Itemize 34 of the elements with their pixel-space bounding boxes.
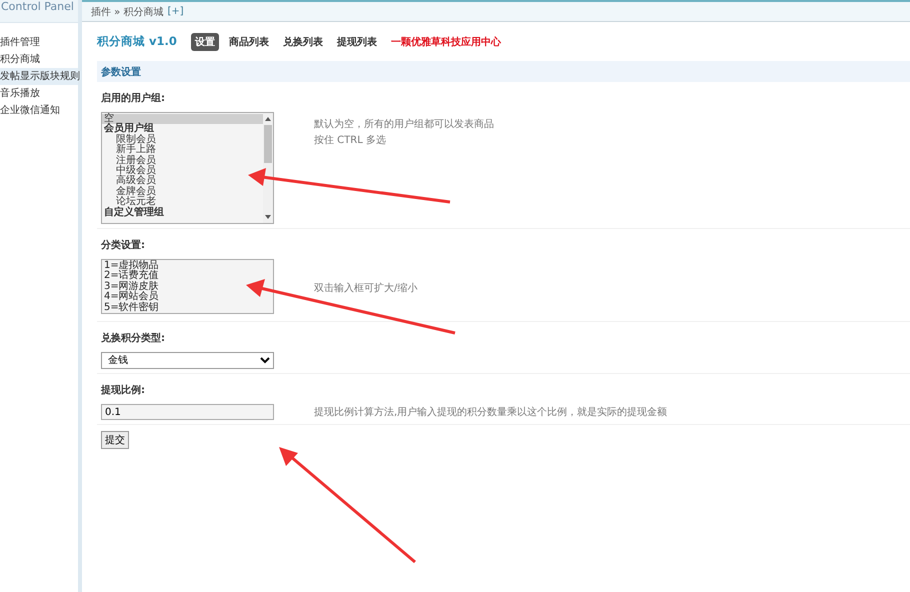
promo-link[interactable]: 一颗优雅草科技应用中心 [390, 34, 501, 48]
sidebar-item[interactable]: 积分商城 [0, 51, 78, 68]
listbox-option[interactable]: 注册会员 [102, 156, 156, 166]
sidebar-title: Control Panel [0, 0, 78, 23]
tab[interactable]: 商品列表 [224, 32, 273, 50]
field-label: 兑换积分类型: [101, 332, 166, 345]
listbox-option[interactable]: 高级会员 [102, 176, 156, 187]
sidebar-item[interactable]: 企业微信通知 [0, 102, 78, 119]
listbox-option[interactable]: 自定义管理组 [102, 208, 263, 218]
hint-text: 提现比例计算方法,用户输入提现的积分数量乘以这个比例，就是实际的提现金额 [314, 406, 668, 419]
hint-text: 双击输入框可扩大/缩小 [314, 282, 418, 295]
sidebar-item[interactable]: 插件管理 [0, 34, 78, 51]
scrollbar[interactable] [263, 113, 273, 223]
section-header: 参数设置 [97, 61, 910, 82]
tab[interactable]: 提现列表 [332, 32, 381, 50]
field-label: 分类设置: [101, 238, 146, 252]
listbox-option[interactable]: 论坛元老 [102, 197, 156, 208]
tab[interactable]: 兑换列表 [278, 32, 327, 50]
tab[interactable]: 设置 [190, 32, 219, 50]
field-label: 启用的用户组: [101, 91, 166, 105]
breadcrumb: 插件 » 积分商城 [91, 6, 164, 18]
field-label: 提现比例: [101, 384, 146, 397]
ratio-input[interactable]: 0.1 [101, 404, 274, 420]
hint-text: 按住 CTRL 多选 [314, 134, 387, 147]
add-link[interactable]: [+] [167, 6, 184, 17]
hint-text: 默认为空，所有的用户组都可以发表商品 [314, 118, 494, 131]
sidebar-item[interactable]: 音乐播放 [0, 85, 78, 102]
listbox-option[interactable]: 新手上路 [102, 145, 156, 156]
plugin-title: 积分商城 v1.0 [97, 34, 177, 49]
submit-button[interactable]: 提交 [101, 431, 129, 449]
sidebar-item[interactable]: 发帖显示版块规则 [0, 68, 78, 85]
listbox-option[interactable]: 中级会员 [102, 166, 156, 176]
listbox-option[interactable]: 会员用户组 [102, 124, 263, 135]
credit-type-select[interactable]: 金钱 [101, 352, 274, 369]
